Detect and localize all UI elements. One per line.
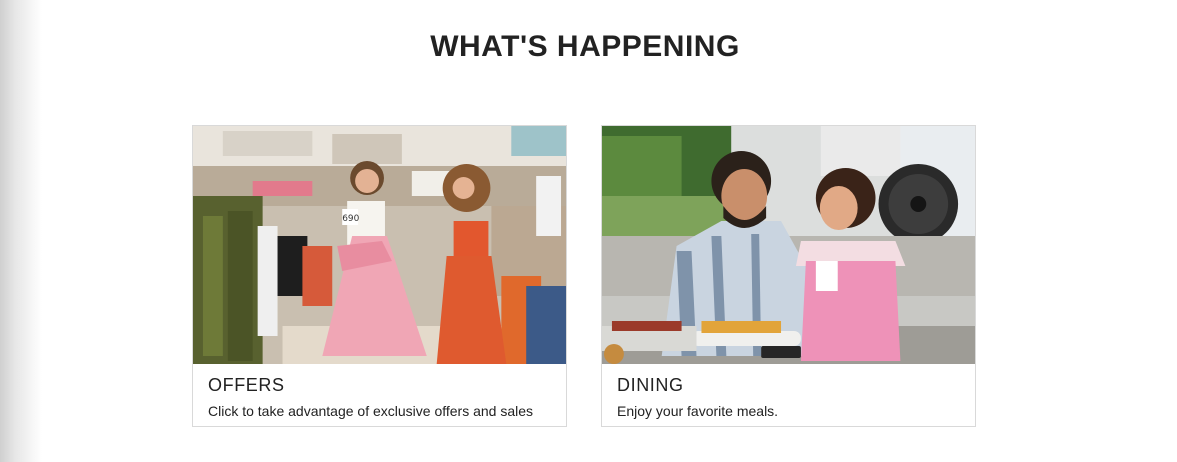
offers-card-title[interactable]: OFFERS bbox=[208, 374, 551, 396]
left-edge-shadow bbox=[0, 0, 42, 462]
whats-happening-section: WHAT'S HAPPENING 690 OFFERS Click to tak… bbox=[0, 0, 1177, 462]
offers-card-description: Click to take advantage of exclusive off… bbox=[208, 403, 534, 419]
offers-card-image[interactable]: 690 bbox=[193, 126, 566, 364]
dining-card-title[interactable]: DINING bbox=[617, 374, 960, 396]
dining-card-image[interactable] bbox=[602, 126, 975, 364]
dining-photo bbox=[602, 126, 975, 364]
dining-card[interactable]: DINING Enjoy your favorite meals. bbox=[601, 125, 976, 427]
svg-text:690: 690 bbox=[342, 214, 359, 224]
shopping-photo: 690 bbox=[193, 126, 566, 364]
offers-card[interactable]: 690 OFFERS Click to take advantage of ex… bbox=[192, 125, 567, 427]
section-title: WHAT'S HAPPENING bbox=[430, 30, 740, 63]
dining-card-description: Enjoy your favorite meals. bbox=[617, 403, 779, 419]
